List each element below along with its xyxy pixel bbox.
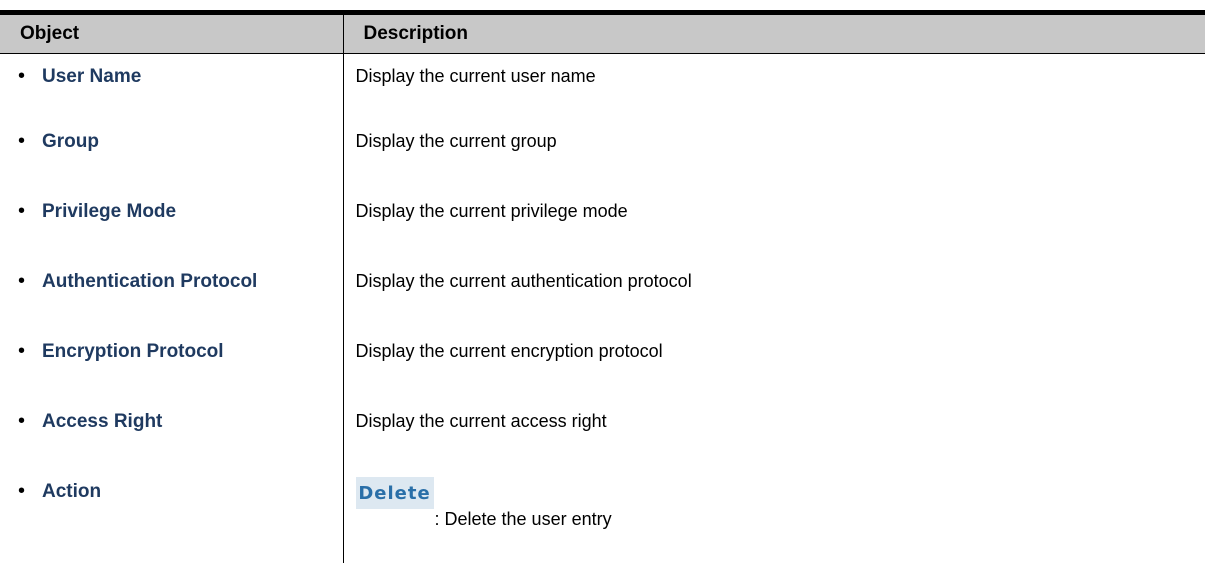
column-header-object: Object (0, 15, 344, 54)
column-header-description: Description (343, 15, 1205, 54)
description-cell: Display the current encryption protocol (343, 329, 1205, 399)
description-cell: Display the current group (343, 119, 1205, 189)
description-cell: Display the current authentication proto… (343, 259, 1205, 329)
description-cell: Display the current access right (343, 399, 1205, 469)
object-cell: • Encryption Protocol (0, 329, 344, 399)
delete-button[interactable]: Delete (355, 477, 434, 509)
table-row: • Encryption Protocol Display the current… (0, 329, 1205, 399)
table-row: • Access Right Display the current access… (0, 399, 1205, 469)
object-cell: • Access Right (0, 399, 344, 469)
table-row: • Authentication Protocol Display the cur… (0, 259, 1205, 329)
object-label: Privilege Mode (42, 201, 177, 222)
bullet-icon: • (18, 410, 26, 432)
description-text: Display the current user name (355, 66, 596, 86)
object-cell: • Group (0, 119, 344, 189)
description-text: Display the current authentication proto… (355, 271, 692, 291)
table-row: • User Name Display the current user name (0, 53, 1205, 120)
description-text: Display the current privilege mode (355, 201, 628, 221)
bullet-icon: • (18, 270, 26, 292)
object-cell: • Privilege Mode (0, 189, 344, 259)
object-label: Authentication Protocol (42, 271, 258, 292)
description-text: Display the current encryption protocol (355, 341, 663, 361)
table-header-row: Object Description (0, 15, 1205, 54)
description-cell: Display the current user name (343, 54, 1205, 120)
description-text: : Delete the user entry (434, 509, 612, 529)
table-row: • Privilege Mode Display the current priv… (0, 189, 1205, 259)
object-cell: • Authentication Protocol (0, 259, 344, 329)
object-label: Group (42, 131, 99, 152)
description-text: Display the current group (355, 131, 557, 151)
object-label: Action (42, 481, 102, 502)
object-label: Encryption Protocol (42, 341, 224, 362)
object-label: User Name (42, 66, 142, 87)
object-label: Access Right (42, 411, 163, 432)
table-row: • Group Display the current group (0, 119, 1205, 189)
bullet-icon: • (18, 340, 26, 362)
bullet-icon: • (18, 480, 26, 502)
bullet-icon: • (18, 200, 26, 222)
bullet-icon: • (18, 65, 26, 87)
description-text: Display the current access right (355, 411, 607, 431)
object-description-table: Object Description • User Name Display th… (0, 15, 1205, 563)
bullet-icon: • (18, 130, 26, 152)
description-cell: Display the current privilege mode (343, 189, 1205, 259)
object-cell: • User Name (0, 53, 344, 119)
